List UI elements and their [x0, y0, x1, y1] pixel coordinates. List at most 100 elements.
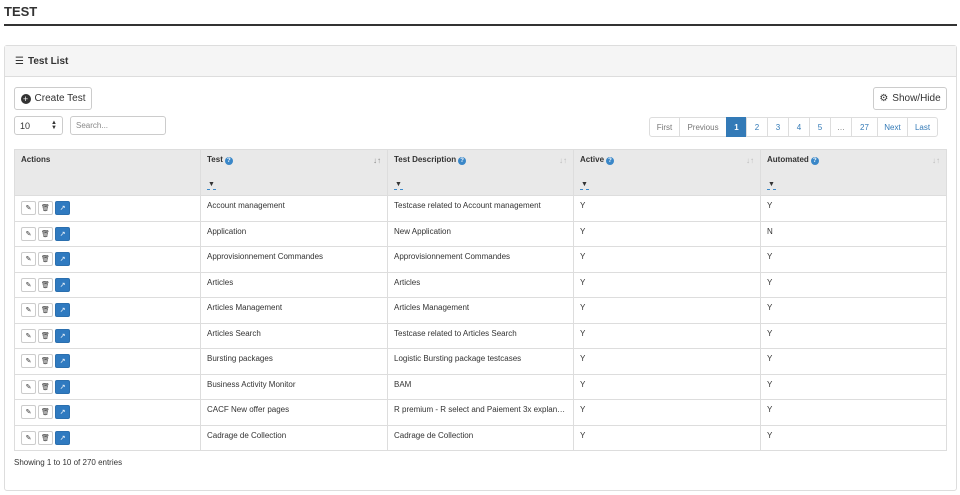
create-test-button[interactable]: + Create Test — [14, 87, 92, 110]
delete-trash-icon[interactable]: 🗑 — [38, 252, 53, 266]
description-cell: Logistic Bursting package testcases — [387, 348, 574, 375]
open-external-icon[interactable]: ↗ — [55, 405, 70, 419]
delete-trash-icon[interactable]: 🗑 — [38, 201, 53, 215]
column-header-description[interactable]: Test Description? ↓↑ — [387, 149, 574, 176]
open-external-icon[interactable]: ↗ — [55, 277, 70, 292]
delete-trash-icon[interactable]: 🗑 — [38, 303, 53, 317]
actions-cell: ✎ 🗑 ↗ — [14, 246, 201, 273]
active-cell: Y — [573, 220, 761, 247]
open-external-icon[interactable]: ↗ — [55, 201, 70, 215]
actions-cell: ✎ 🗑 ↗ — [14, 373, 201, 400]
table-row: ✎ 🗑 ↗ Bursting packages Logistic Bursting … — [14, 348, 947, 375]
delete-trash-icon[interactable]: 🗑 — [38, 354, 53, 368]
search-input[interactable] — [70, 116, 166, 135]
panel-heading: ☰ Test List — [5, 46, 956, 77]
column-label: Automated — [767, 155, 809, 164]
actions-cell: ✎ 🗑 ↗ — [14, 195, 201, 222]
open-external-icon[interactable]: ↗ — [55, 354, 70, 368]
delete-trash-icon[interactable]: 🗑 — [38, 430, 53, 445]
column-label: Test — [207, 155, 223, 164]
filter-icon[interactable]: ▼ — [580, 181, 589, 190]
edit-pencil-icon[interactable]: ✎ — [21, 303, 36, 317]
filter-icon[interactable]: ▼ — [207, 181, 216, 190]
active-cell: Y — [573, 271, 761, 298]
automated-cell: Y — [760, 348, 947, 375]
edit-pencil-icon[interactable]: ✎ — [21, 354, 36, 368]
active-cell: Y — [573, 373, 761, 400]
page-length-value: 10 — [20, 120, 31, 131]
plus-circle-icon: + — [20, 93, 31, 104]
pagination-previous[interactable]: Previous — [679, 117, 727, 137]
sort-icon[interactable]: ↓↑ — [746, 156, 754, 165]
delete-trash-icon[interactable]: 🗑 — [38, 277, 53, 292]
pagination-next[interactable]: Next — [877, 117, 908, 137]
active-cell: Y — [573, 322, 761, 349]
test-name-cell: Articles Management — [200, 297, 388, 324]
automated-cell: Y — [760, 322, 947, 349]
column-header-automated[interactable]: Automated? ↓↑ — [760, 149, 947, 176]
title-divider — [4, 24, 957, 26]
pagination-page-1[interactable]: 1 — [726, 117, 747, 137]
table-row: ✎ 🗑 ↗ CACF New offer pages R premium - R s… — [14, 399, 947, 426]
actions-cell: ✎ 🗑 ↗ — [14, 271, 201, 298]
test-name-cell: Articles Search — [200, 322, 388, 349]
sort-asc-icon[interactable]: ↓↑ — [373, 156, 381, 165]
table-row: ✎ 🗑 ↗ Articles Management Articles Managem… — [14, 297, 947, 324]
filter-cell-active: ▼ — [573, 175, 761, 196]
open-external-icon[interactable]: ↗ — [55, 379, 70, 394]
column-header-actions: Actions — [14, 149, 201, 176]
pagination-page-4[interactable]: 4 — [788, 117, 810, 137]
panel-heading-label: Test List — [27, 55, 69, 67]
edit-pencil-icon[interactable]: ✎ — [21, 379, 36, 394]
info-icon: ? — [224, 157, 233, 165]
test-table: Actions Test? ↓↑ Test Description? ↓↑ Ac… — [14, 149, 947, 451]
delete-trash-icon[interactable]: 🗑 — [38, 379, 53, 394]
test-name-cell: Cadrage de Collection — [200, 424, 388, 451]
info-icon: ? — [606, 157, 615, 165]
test-name-cell: Approvisionnement Commandes — [200, 246, 388, 273]
edit-pencil-icon[interactable]: ✎ — [21, 252, 36, 266]
delete-trash-icon[interactable]: 🗑 — [38, 226, 53, 241]
list-icon: ☰ — [15, 55, 24, 67]
open-external-icon[interactable]: ↗ — [55, 252, 70, 266]
pagination-first[interactable]: First — [649, 117, 680, 137]
filter-icon[interactable]: ▼ — [767, 181, 776, 190]
edit-pencil-icon[interactable]: ✎ — [21, 226, 36, 241]
table-row: ✎ 🗑 ↗ Articles Search Testcase related to … — [14, 322, 947, 349]
table-row: ✎ 🗑 ↗ Business Activity Monitor BAM Y Y — [14, 373, 947, 400]
description-cell: Cadrage de Collection — [387, 424, 574, 451]
edit-pencil-icon[interactable]: ✎ — [21, 277, 36, 292]
gear-icon: ⚙ — [879, 93, 889, 104]
edit-pencil-icon[interactable]: ✎ — [21, 405, 36, 419]
open-external-icon[interactable]: ↗ — [55, 430, 70, 445]
edit-pencil-icon[interactable]: ✎ — [21, 201, 36, 215]
pagination-page-5[interactable]: 5 — [809, 117, 831, 137]
edit-pencil-icon[interactable]: ✎ — [21, 430, 36, 445]
pagination-page-2[interactable]: 2 — [746, 117, 768, 137]
automated-cell: Y — [760, 373, 947, 400]
sort-icon[interactable]: ↓↑ — [559, 156, 567, 165]
test-list-panel: ☰ Test List + Create Test ⚙ Show/Hide 10… — [4, 45, 957, 491]
page-length-select[interactable]: 10 ▲ ▼ — [14, 116, 63, 135]
open-external-icon[interactable]: ↗ — [55, 303, 70, 317]
pagination-last[interactable]: Last — [907, 117, 938, 137]
show-hide-button[interactable]: ⚙ Show/Hide — [873, 87, 947, 110]
column-header-active[interactable]: Active? ↓↑ — [573, 149, 761, 176]
open-external-icon[interactable]: ↗ — [55, 328, 70, 343]
pagination-page-27[interactable]: 27 — [851, 117, 878, 137]
actions-cell: ✎ 🗑 ↗ — [14, 424, 201, 451]
pagination: First Previous 1 2 3 4 5 … 27 Next Last — [649, 117, 938, 137]
active-cell: Y — [573, 246, 761, 273]
delete-trash-icon[interactable]: 🗑 — [38, 328, 53, 343]
edit-pencil-icon[interactable]: ✎ — [21, 328, 36, 343]
pagination-page-3[interactable]: 3 — [767, 117, 789, 137]
sort-icon[interactable]: ↓↑ — [932, 156, 940, 165]
delete-trash-icon[interactable]: 🗑 — [38, 405, 53, 419]
test-name-cell: Application — [200, 220, 388, 247]
column-header-test[interactable]: Test? ↓↑ — [200, 149, 388, 176]
automated-cell: N — [760, 220, 947, 247]
description-cell: R premium - R select and Paiement 3x exp… — [387, 399, 574, 426]
table-row: ✎ 🗑 ↗ Application New Application Y N — [14, 220, 947, 247]
filter-icon[interactable]: ▼ — [394, 181, 403, 190]
open-external-icon[interactable]: ↗ — [55, 226, 70, 241]
